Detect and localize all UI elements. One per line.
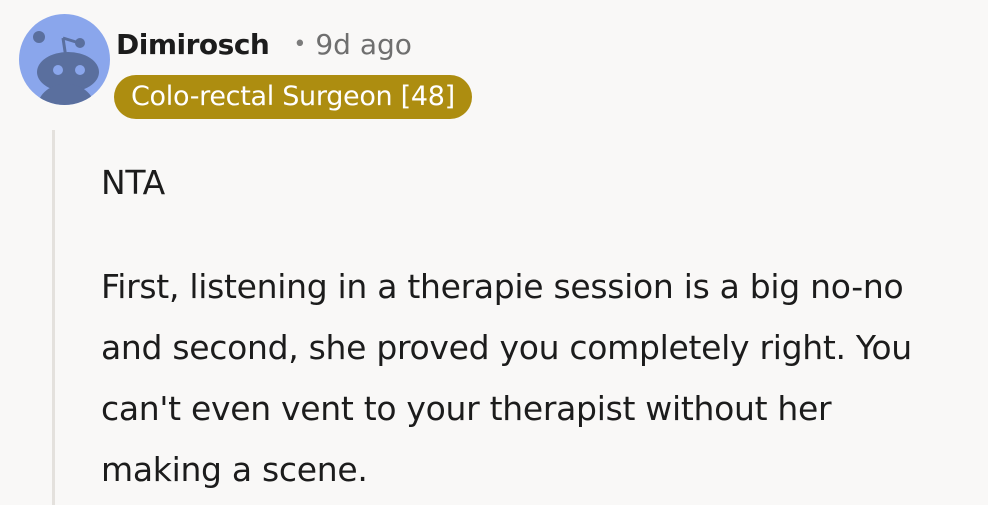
snoo-avatar-icon bbox=[33, 31, 99, 105]
comment-header: Dimirosch • 9d ago bbox=[116, 22, 412, 66]
avatar[interactable] bbox=[19, 14, 110, 105]
comment: Dimirosch • 9d ago Colo-rectal Surgeon [… bbox=[0, 0, 988, 505]
thread-line[interactable] bbox=[52, 130, 55, 505]
username-link[interactable]: Dimirosch bbox=[116, 28, 270, 61]
separator-dot: • bbox=[293, 31, 307, 57]
comment-body: NTA First, listening in a therapie sessi… bbox=[101, 152, 961, 500]
comment-paragraph: First, listening in a therapie session i… bbox=[101, 267, 912, 489]
timestamp[interactable]: 9d ago bbox=[315, 28, 412, 61]
comment-paragraph: NTA bbox=[101, 163, 165, 202]
user-flair-badge: Colo-rectal Surgeon [48] bbox=[114, 75, 472, 119]
